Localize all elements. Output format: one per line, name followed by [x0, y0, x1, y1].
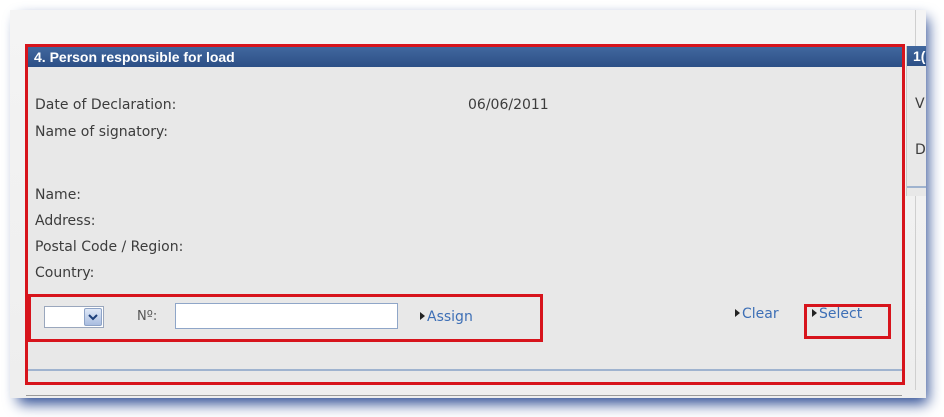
neighbor-panel-text-1: V — [915, 96, 925, 112]
neighbor-panel-divider — [907, 186, 926, 188]
annotation-select-highlight — [804, 304, 891, 339]
bottom-divider — [26, 395, 902, 396]
neighbor-panel-title: 1( — [907, 46, 926, 66]
screenshot-card: 4. Person responsible for load Date of D… — [10, 10, 926, 398]
neighbor-panel: 1( V D — [906, 46, 926, 196]
annotation-controls-highlight — [28, 294, 543, 342]
neighbor-panel-text-2: D — [915, 142, 926, 158]
